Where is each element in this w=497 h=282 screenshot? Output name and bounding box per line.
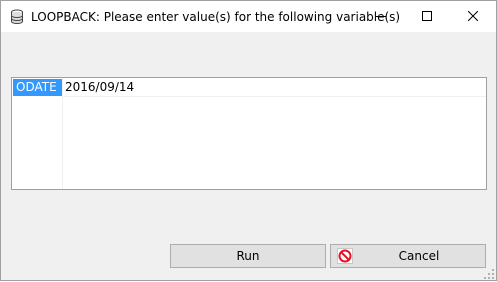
cancel-button-label: Cancel [398,249,440,263]
run-button-label: Run [236,249,260,263]
maximize-icon [422,11,432,21]
maximize-button[interactable] [404,1,450,32]
cancel-button[interactable]: Cancel [330,244,486,268]
variables-grid[interactable]: ODATE 2016/09/14 [11,77,487,190]
database-icon [10,9,24,25]
dialog-window: LOOPBACK: Please enter value(s) for the … [0,0,497,281]
run-button[interactable]: Run [170,244,326,268]
window-title: LOOPBACK: Please enter value(s) for the … [31,10,401,24]
minimize-button[interactable] [358,1,404,32]
close-button[interactable] [450,1,496,32]
close-icon [468,11,478,21]
row-divider [62,96,486,97]
variable-value-cell[interactable]: 2016/09/14 [65,79,134,96]
resize-grip-icon[interactable] [484,268,494,279]
minimize-icon [376,16,386,17]
title-bar[interactable]: LOOPBACK: Please enter value(s) for the … [1,1,496,32]
variable-name-cell[interactable]: ODATE [13,79,62,96]
variable-row[interactable]: ODATE 2016/09/14 [12,78,486,97]
